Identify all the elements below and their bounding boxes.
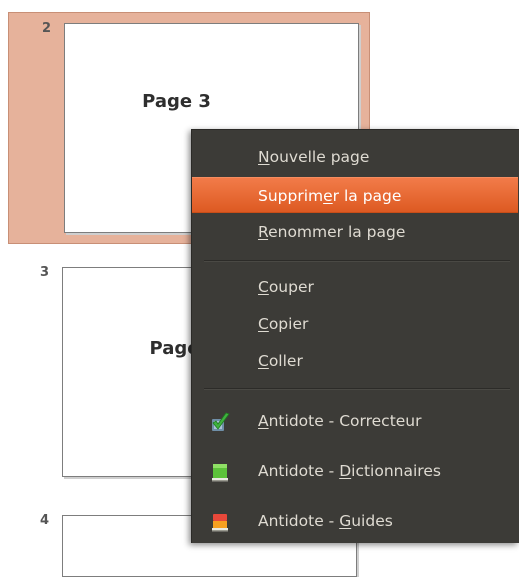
menu-label-pre: Antidote - — [258, 462, 340, 480]
menu-separator — [204, 260, 510, 262]
menu-mnemonic: A — [258, 412, 269, 430]
menu-label-pre: Supprim — [258, 187, 324, 205]
antidote-guides-icon — [209, 510, 231, 532]
menu-label-post: oller — [268, 352, 303, 370]
menu-mnemonic: G — [339, 512, 352, 530]
antidote-correcteur-icon — [209, 410, 231, 432]
slide-title: Page 3 — [142, 91, 211, 112]
menu-label-post: enommer la page — [268, 223, 406, 241]
menu-label-post: ouvelle page — [269, 148, 370, 166]
slide-number: 4 — [40, 513, 50, 528]
context-menu: Nouvelle page Supprimer la page Renommer… — [191, 129, 519, 543]
menu-label-pre: Antidote - — [258, 512, 340, 530]
menu-item-antidote-dictionnaires[interactable]: Antidote - Dictionnaires — [192, 453, 518, 489]
menu-mnemonic: e — [323, 187, 333, 205]
menu-item-coller[interactable]: Coller — [192, 343, 518, 379]
menu-item-renommer-la-page[interactable]: Renommer la page — [192, 214, 518, 250]
menu-label-post: uides — [351, 512, 393, 530]
menu-item-couper[interactable]: Couper — [192, 269, 518, 305]
menu-mnemonic: C — [258, 315, 269, 333]
menu-mnemonic: C — [258, 352, 269, 370]
menu-item-nouvelle-page[interactable]: Nouvelle page — [192, 139, 518, 175]
slide-number: 2 — [42, 21, 52, 36]
menu-separator — [204, 388, 510, 390]
menu-label-post: opier — [268, 315, 309, 333]
antidote-dictionnaires-icon — [209, 460, 231, 482]
menu-label-post: ictionnaires — [351, 462, 441, 480]
menu-label-post: ouper — [268, 278, 314, 296]
menu-item-copier[interactable]: Copier — [192, 306, 518, 342]
menu-mnemonic: N — [258, 148, 270, 166]
menu-label-post: r la page — [332, 187, 402, 205]
menu-mnemonic: C — [258, 278, 269, 296]
menu-label-post: ntidote - Correcteur — [268, 412, 422, 430]
slide-number: 3 — [40, 265, 50, 280]
menu-item-supprimer-la-page[interactable]: Supprimer la page — [192, 177, 518, 213]
menu-item-antidote-correcteur[interactable]: Antidote - Correcteur — [192, 403, 518, 439]
menu-mnemonic: D — [339, 462, 352, 480]
menu-mnemonic: R — [258, 223, 269, 241]
menu-item-antidote-guides[interactable]: Antidote - Guides — [192, 503, 518, 539]
